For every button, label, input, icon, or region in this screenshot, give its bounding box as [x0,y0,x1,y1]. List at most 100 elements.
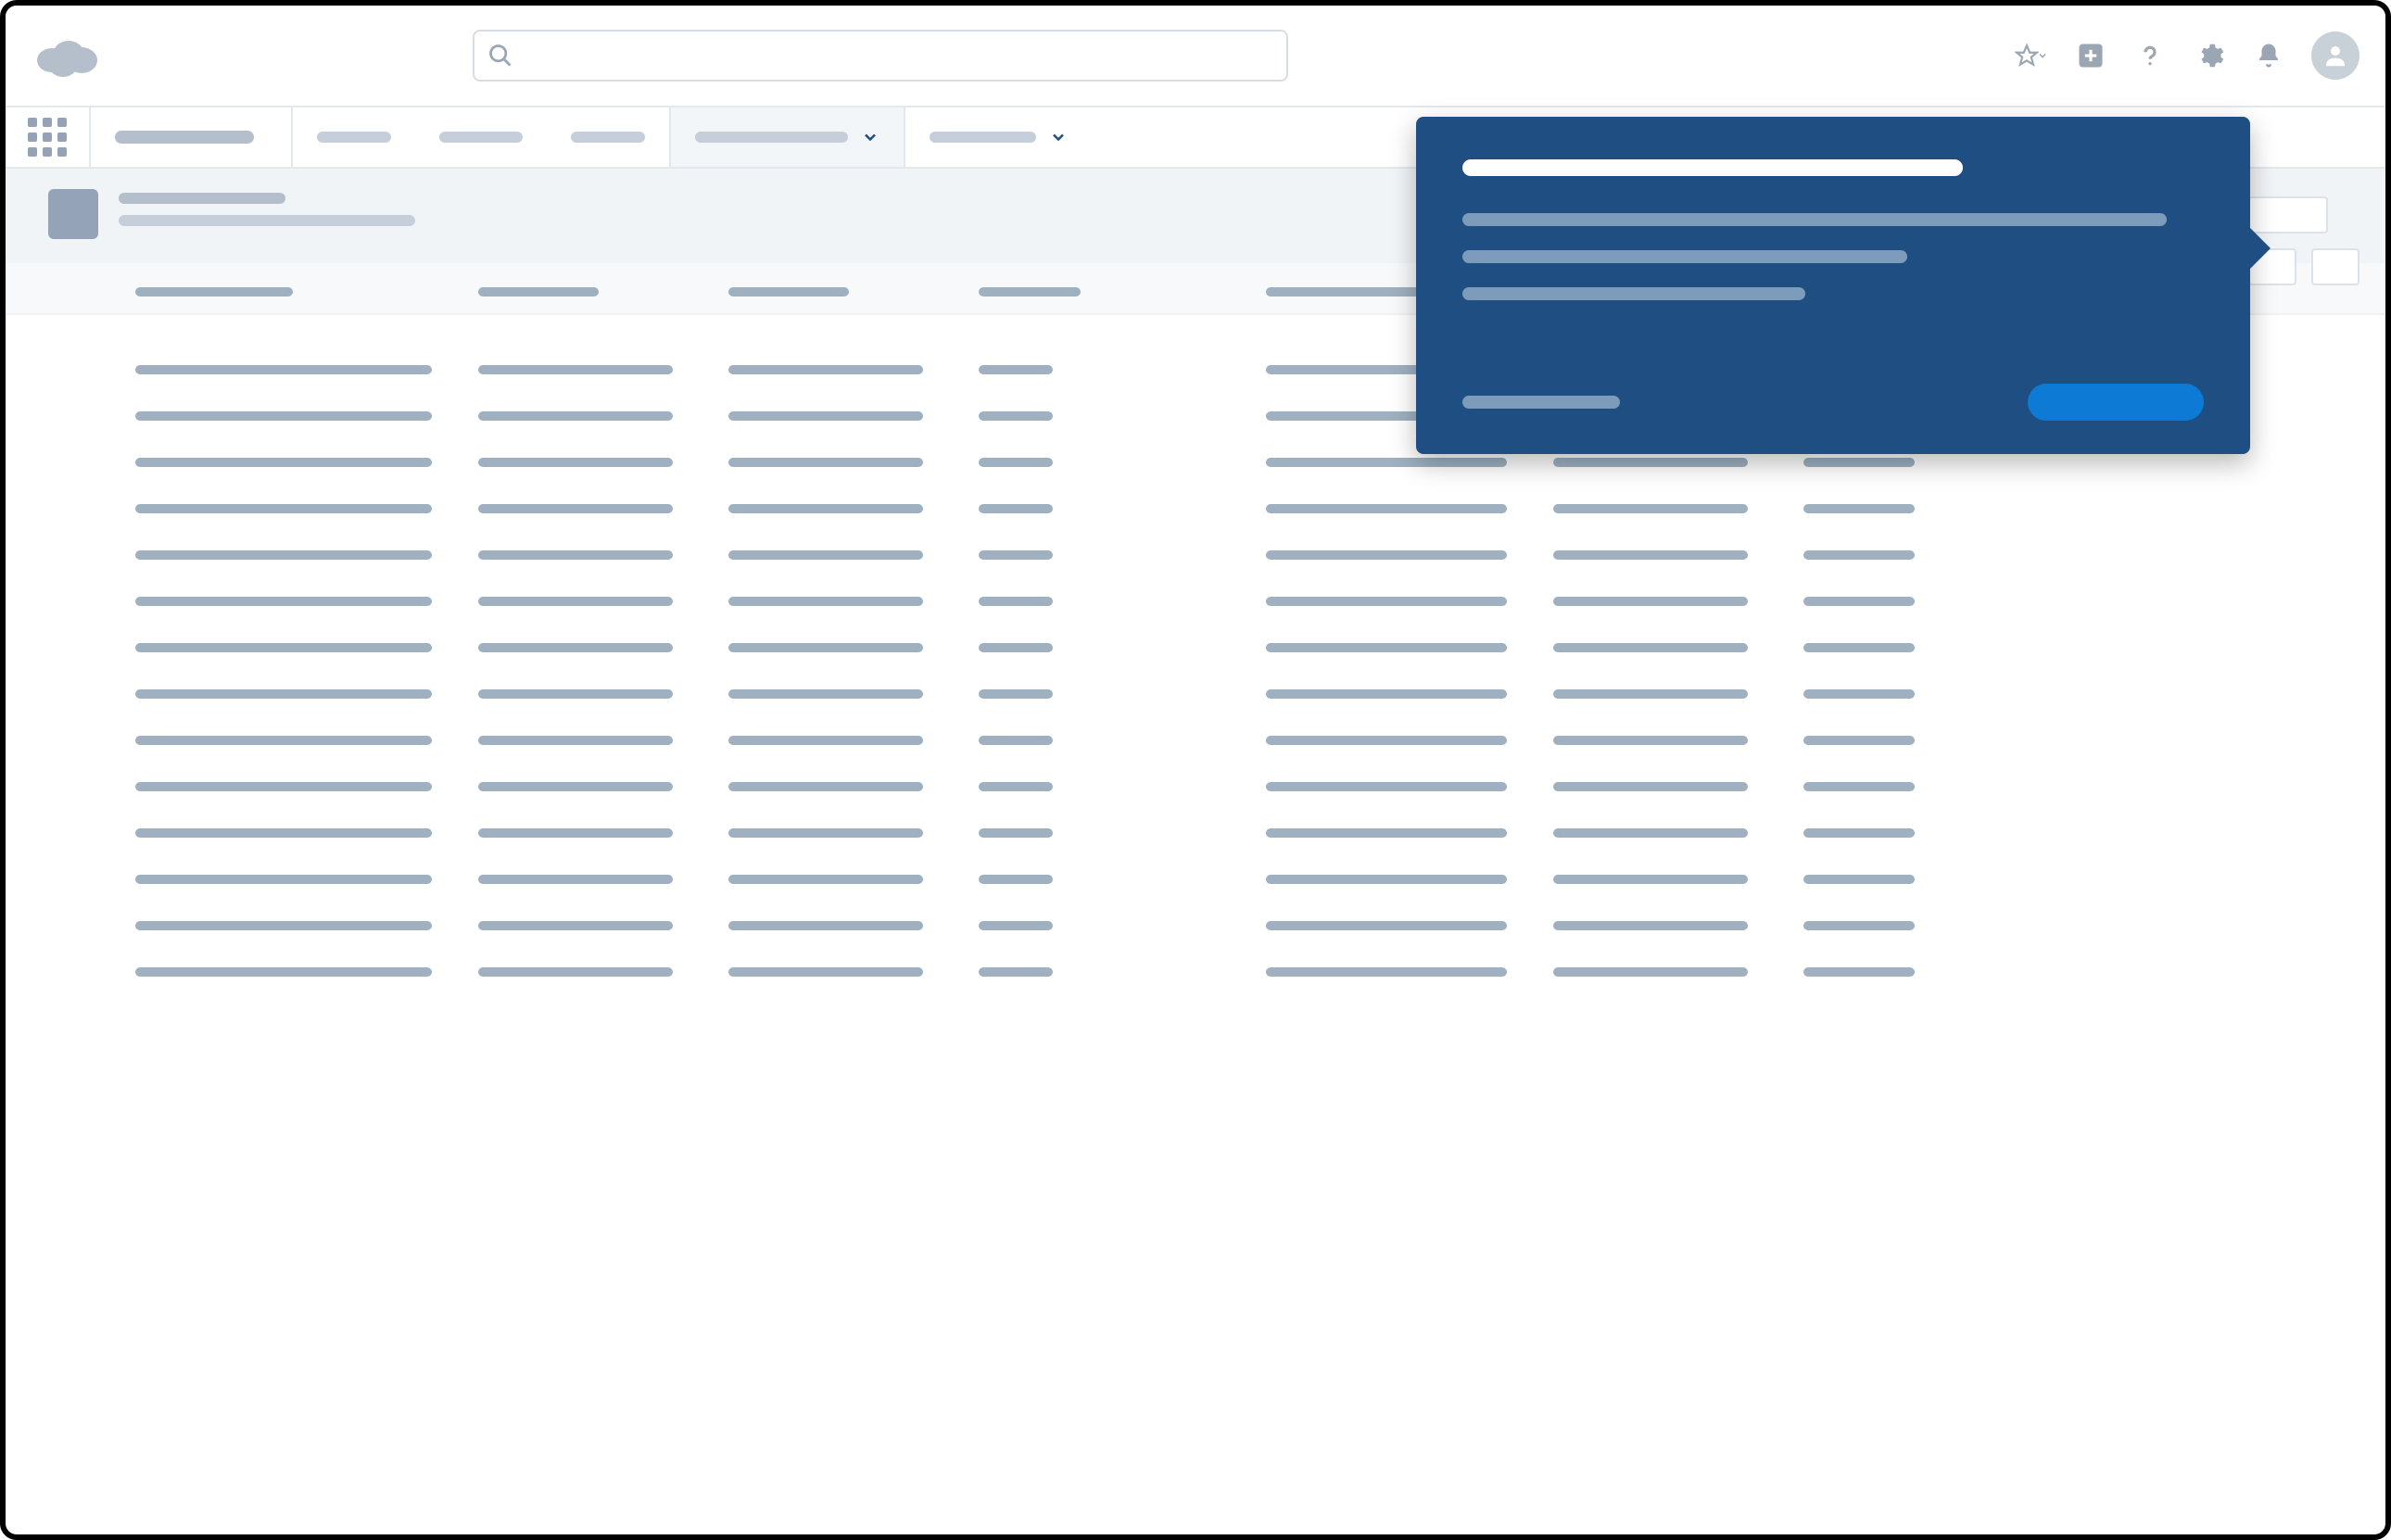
salesforce-cloud-logo [32,32,100,79]
notifications-bell-icon[interactable] [2252,39,2285,72]
page-subtitle [119,215,415,226]
table-cell [979,411,1266,421]
user-avatar[interactable] [2311,32,2359,80]
popover-body-line [1462,213,2167,226]
settings-gear-icon[interactable] [2193,39,2226,72]
popover-arrow-icon [2246,224,2271,272]
chevron-down-icon [861,128,879,146]
table-cell [135,967,478,977]
table-cell [979,782,1266,791]
table-cell [1266,967,1553,977]
table-cell [1266,736,1553,745]
table-cell [478,550,728,560]
chevron-down-icon [2037,49,2048,62]
nav-tab-4[interactable] [669,107,905,167]
popover-body-line [1462,250,1907,263]
table-cell [979,689,1266,699]
table-cell [135,365,478,374]
table-cell [135,504,478,513]
table-cell [135,550,478,560]
column-header[interactable] [728,287,849,297]
table-cell [1553,921,1803,930]
table-cell [135,828,478,838]
table-row[interactable] [135,671,2343,717]
table-row[interactable] [135,486,2343,532]
table-row[interactable] [135,810,2343,856]
table-cell [1553,828,1803,838]
table-row[interactable] [135,949,2343,995]
table-cell [1266,458,1553,467]
nav-tab-1[interactable] [293,107,415,167]
table-cell [979,597,1266,606]
nav-tab-2[interactable] [415,107,547,167]
table-cell [1803,597,1989,606]
table-cell [728,597,979,606]
search-icon [487,43,513,69]
add-icon[interactable] [2074,39,2107,72]
table-row[interactable] [135,717,2343,764]
walkthrough-popover [1416,117,2250,454]
table-cell [728,967,979,977]
table-cell [728,689,979,699]
object-icon [48,189,98,239]
table-row[interactable] [135,764,2343,810]
table-cell [135,458,478,467]
column-header[interactable] [478,287,599,297]
table-row[interactable] [135,578,2343,625]
table-cell [979,736,1266,745]
table-cell [1266,828,1553,838]
popover-cta-button[interactable] [2028,384,2204,421]
table-cell [1266,643,1553,652]
nav-tab-5[interactable] [905,107,1092,167]
table-cell [478,689,728,699]
table-cell [135,921,478,930]
table-cell [728,458,979,467]
column-header[interactable] [1266,287,1423,297]
table-cell [1803,782,1989,791]
popover-body-line [1462,287,1805,300]
table-cell [1803,967,1989,977]
table-row[interactable] [135,856,2343,903]
favorite-icon[interactable] [2015,39,2048,72]
column-header[interactable] [135,287,293,297]
table-cell [478,828,728,838]
header-actions [2015,32,2359,80]
nav-tab-3[interactable] [547,107,669,167]
table-cell [1553,689,1803,699]
table-cell [728,643,979,652]
table-cell [728,921,979,930]
table-cell [979,921,1266,930]
table-cell [728,504,979,513]
nav-tabs [293,107,1092,167]
table-cell [979,365,1266,374]
table-cell [1803,504,1989,513]
app-name [91,107,293,167]
table-cell [728,736,979,745]
action-button-3[interactable] [2311,248,2359,285]
table-cell [1803,550,1989,560]
table-cell [979,504,1266,513]
column-header[interactable] [979,287,1081,297]
table-cell [1803,921,1989,930]
help-icon[interactable] [2133,39,2167,72]
table-cell [1266,597,1553,606]
app-launcher-icon[interactable] [6,107,91,167]
table-cell [979,875,1266,884]
search-input[interactable] [523,44,1273,68]
table-cell [1266,782,1553,791]
global-search[interactable] [473,30,1288,82]
table-cell [979,643,1266,652]
table-cell [135,782,478,791]
table-row[interactable] [135,625,2343,671]
table-row[interactable] [135,903,2343,949]
table-cell [1553,643,1803,652]
table-cell [478,411,728,421]
table-cell [1803,875,1989,884]
table-row[interactable] [135,532,2343,578]
table-cell [135,411,478,421]
table-cell [1266,875,1553,884]
table-cell [1803,458,1989,467]
table-cell [478,597,728,606]
table-cell [1553,504,1803,513]
table-cell [1553,782,1803,791]
